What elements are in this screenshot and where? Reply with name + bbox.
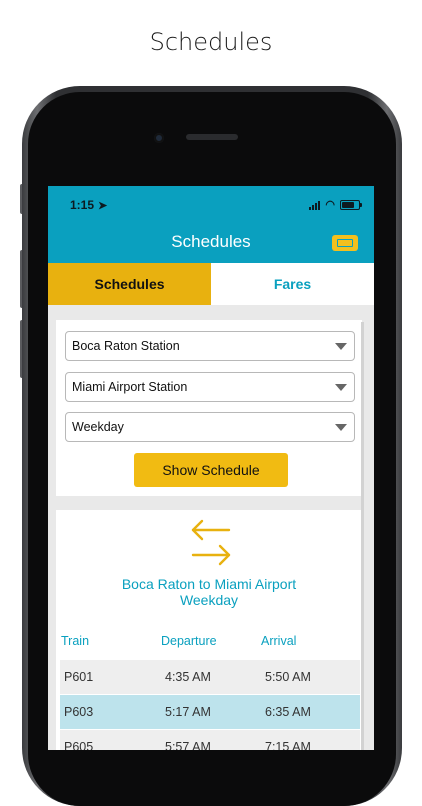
status-bar: 1:15 ➤ ◠ (48, 198, 374, 214)
departure-time: 5:17 AM (165, 705, 211, 719)
show-schedule-button[interactable]: Show Schedule (134, 453, 288, 487)
earpiece-speaker (186, 134, 238, 140)
scrollbar[interactable] (361, 322, 364, 750)
wifi-icon: ◠ (325, 199, 335, 211)
table-row[interactable]: P601 4:35 AM 5:50 AM (60, 660, 360, 694)
route-summary: Boca Raton to Miami Airport Weekday (56, 576, 362, 608)
battery-icon (340, 200, 362, 210)
origin-station-value: Boca Raton Station (72, 339, 180, 353)
app-header: 1:15 ➤ ◠ Schedules (48, 186, 374, 263)
arrival-time: 6:35 AM (265, 705, 311, 719)
chevron-down-icon (335, 384, 347, 391)
origin-station-select[interactable]: Boca Raton Station (65, 331, 355, 361)
swap-direction-icon[interactable] (189, 518, 233, 566)
destination-station-value: Miami Airport Station (72, 380, 188, 394)
search-form-card: Boca Raton Station Miami Airport Station… (56, 320, 362, 496)
destination-station-select[interactable]: Miami Airport Station (65, 372, 355, 402)
table-row[interactable]: P603 5:17 AM 6:35 AM (60, 695, 360, 729)
chevron-down-icon (335, 424, 347, 431)
schedule-results-card: Boca Raton to Miami Airport Weekday Trai… (56, 510, 362, 750)
train-number: P603 (64, 705, 94, 719)
schedule-table-header: Train Departure Arrival (56, 634, 362, 650)
location-arrow-icon: ➤ (98, 200, 108, 212)
tab-fares[interactable]: Fares (211, 263, 374, 305)
table-row[interactable]: P605 5:57 AM 7:15 AM (60, 730, 360, 750)
cellular-signal-icon (309, 200, 321, 210)
column-header-arrival: Arrival (261, 634, 297, 648)
app-screen: 1:15 ➤ ◠ Schedules Schedules Fares Boca … (48, 186, 374, 750)
route-title: Boca Raton to Miami Airport (121, 576, 297, 592)
column-header-departure: Departure (161, 634, 217, 648)
day-type-select[interactable]: Weekday (65, 412, 355, 442)
chevron-down-icon (335, 343, 347, 350)
status-time: 1:15 (70, 198, 95, 212)
page-caption: Schedules (149, 28, 273, 56)
departure-time: 4:35 AM (165, 670, 211, 684)
arrival-time: 5:50 AM (265, 670, 311, 684)
day-type-value: Weekday (72, 420, 124, 434)
train-number: P605 (64, 740, 94, 750)
departure-time: 5:57 AM (165, 740, 211, 750)
train-number: P601 (64, 670, 94, 684)
arrival-time: 7:15 AM (265, 740, 311, 750)
column-header-train: Train (61, 634, 90, 648)
tab-schedules[interactable]: Schedules (48, 263, 211, 305)
front-camera (154, 133, 164, 143)
route-day-type: Weekday (179, 592, 239, 608)
header-title: Schedules (171, 232, 251, 251)
tab-bar: Schedules Fares (48, 263, 374, 305)
ticket-icon[interactable] (332, 235, 358, 251)
